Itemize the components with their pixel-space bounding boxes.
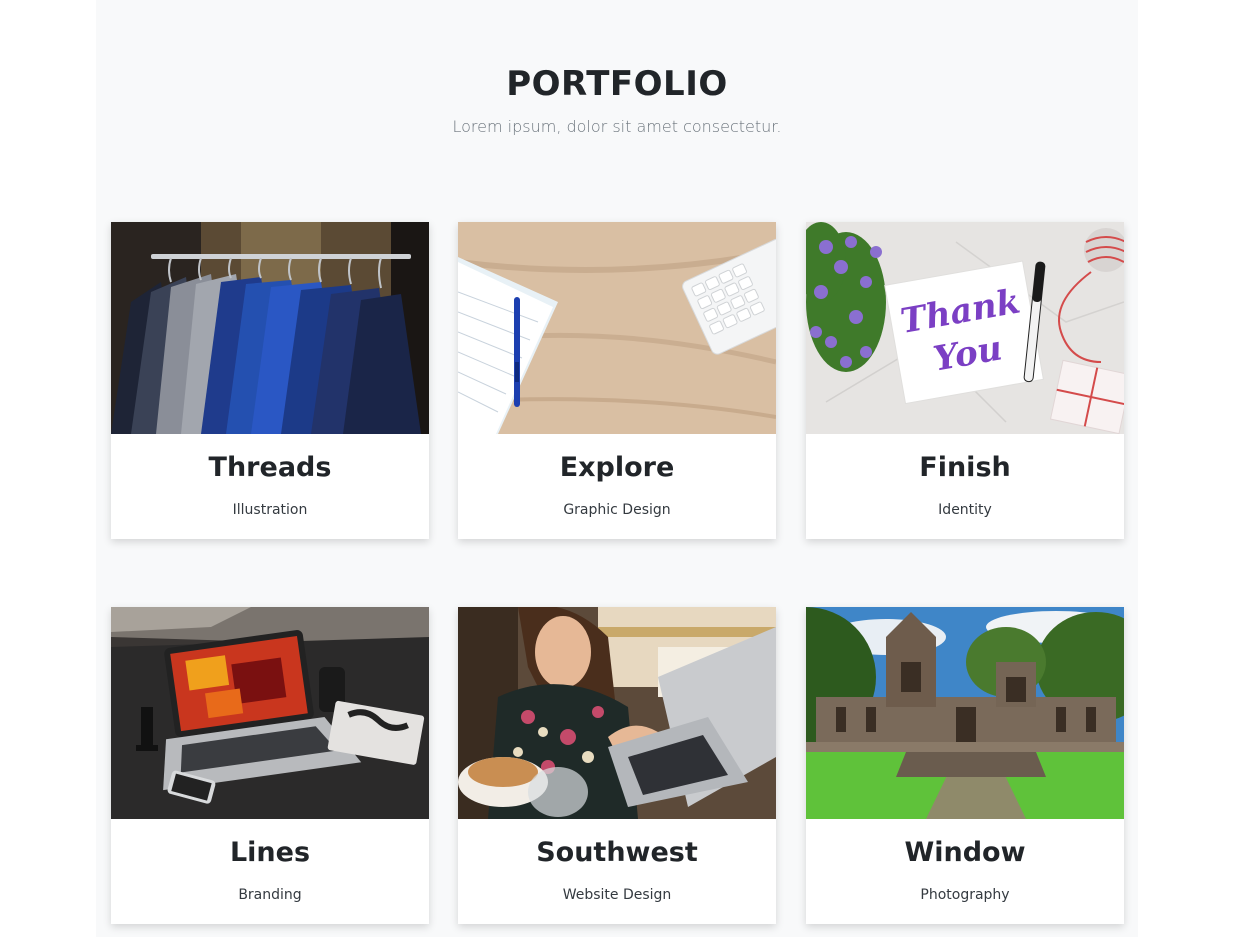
portfolio-item-lines[interactable]: Lines Branding xyxy=(111,607,429,924)
item-category: Website Design xyxy=(562,887,672,903)
portfolio-section: PORTFOLIO Lorem ipsum, dolor sit amet co… xyxy=(96,0,1138,937)
temple-ruins-image xyxy=(806,607,1124,819)
item-category: Illustration xyxy=(232,502,308,518)
item-title: Southwest xyxy=(536,837,698,868)
portfolio-item-explore[interactable]: Explore Graphic Design xyxy=(458,222,776,539)
section-subtitle: Lorem ipsum, dolor sit amet consectetur. xyxy=(452,117,782,136)
item-category: Branding xyxy=(238,887,302,903)
item-category: Photography xyxy=(920,887,1010,903)
portfolio-item-finish[interactable]: Thank You Finish Identity xyxy=(806,222,1124,539)
page-title: PORTFOLIO xyxy=(506,64,728,104)
item-title: Window xyxy=(904,837,1026,868)
item-title: Finish xyxy=(919,452,1011,483)
woman-laptop-image xyxy=(458,607,776,819)
laptop-desk-image xyxy=(111,607,429,819)
item-title: Threads xyxy=(208,452,332,483)
clothes-rack-image xyxy=(111,222,429,434)
item-category: Graphic Design xyxy=(563,502,671,518)
desk-notebook-image xyxy=(458,222,776,434)
item-title: Explore xyxy=(559,452,675,483)
portfolio-item-window[interactable]: Window Photography xyxy=(806,607,1124,924)
item-title: Lines xyxy=(229,837,311,868)
thank-you-card-image: Thank You xyxy=(806,222,1124,434)
portfolio-item-southwest[interactable]: Southwest Website Design xyxy=(458,607,776,924)
item-category: Identity xyxy=(938,502,992,518)
portfolio-item-threads[interactable]: Threads Illustration xyxy=(111,222,429,539)
